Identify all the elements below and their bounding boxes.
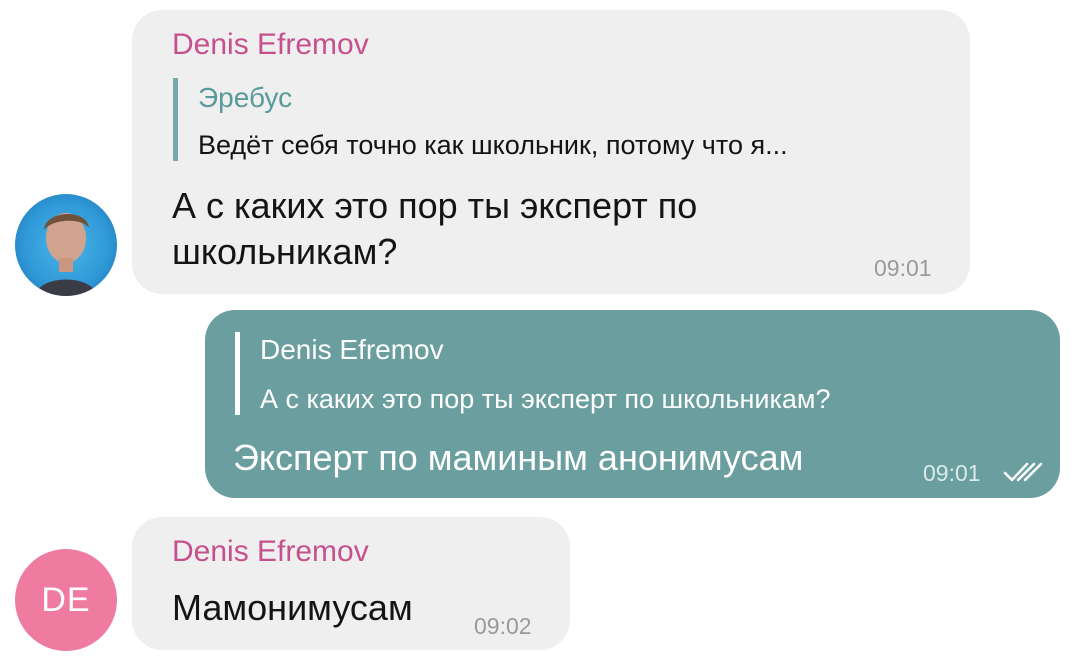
reply-bar [173,78,178,161]
message-text: Эксперт по маминым анонимусам [233,437,804,478]
sender-name[interactable]: Denis Efremov [172,28,369,62]
message-time: 09:02 [474,613,532,639]
reply-bar [235,332,240,415]
message-time: 09:01 [923,460,981,486]
reply-text[interactable]: Ведёт себя точно как школьник, потому чт… [198,130,788,161]
avatar-initials-text: DE [41,580,91,619]
avatar-photo[interactable] [15,194,117,296]
double-check-icon [1003,462,1043,482]
message-bubble-incoming[interactable]: Denis Efremov Эребус Ведёт себя точно ка… [132,10,970,294]
person-photo-icon [35,213,97,296]
message-text: А с каких это пор ты эксперт по школьник… [172,183,697,275]
reply-text[interactable]: А с каких это пор ты эксперт по школьник… [260,384,831,415]
message-text: Мамонимусам [172,587,413,628]
message-text-line: А с каких это пор ты эксперт по [172,185,698,226]
message-time: 09:01 [874,255,932,281]
reply-author[interactable]: Denis Efremov [260,334,444,366]
message-bubble-outgoing[interactable]: Denis Efremov А с каких это пор ты экспе… [205,310,1060,498]
message-bubble-incoming[interactable]: Denis Efremov Мамонимусам 09:02 [132,517,570,650]
avatar-initials[interactable]: DE [15,549,117,651]
message-text-line: школьникам? [172,231,398,272]
sender-name[interactable]: Denis Efremov [172,535,369,569]
reply-author[interactable]: Эребус [198,82,292,114]
